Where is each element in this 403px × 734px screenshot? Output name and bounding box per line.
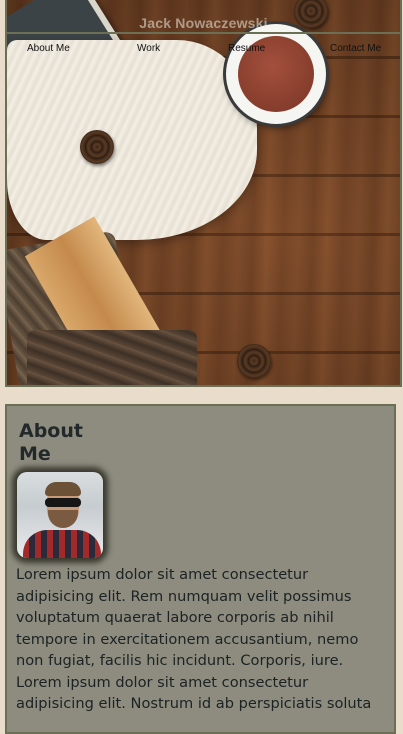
about-paragraph: Lorem ipsum dolor sit amet consectetur a… bbox=[16, 566, 372, 712]
hero-banner: Jack Nowaczewski About Me Work Resume Co… bbox=[5, 0, 402, 387]
nav-link-work[interactable]: Work bbox=[137, 43, 160, 54]
about-section: About Me Lorem ipsum dolor sit amet cons… bbox=[5, 404, 396, 734]
nav-link-about-me[interactable]: About Me bbox=[27, 43, 70, 54]
firewood-log-image bbox=[27, 330, 197, 385]
sweater-image bbox=[7, 40, 257, 240]
nav-link-resume[interactable]: Resume bbox=[228, 43, 265, 54]
pinecone-image bbox=[80, 130, 114, 164]
about-heading: About Me bbox=[19, 420, 83, 465]
profile-photo bbox=[17, 472, 103, 558]
pinecone-image bbox=[237, 344, 271, 378]
main-nav: About Me Work Resume Contact Me bbox=[7, 32, 400, 64]
sunglasses-icon bbox=[45, 498, 81, 507]
site-title: Jack Nowaczewski bbox=[139, 15, 268, 31]
nav-link-contact-me[interactable]: Contact Me bbox=[330, 43, 381, 54]
